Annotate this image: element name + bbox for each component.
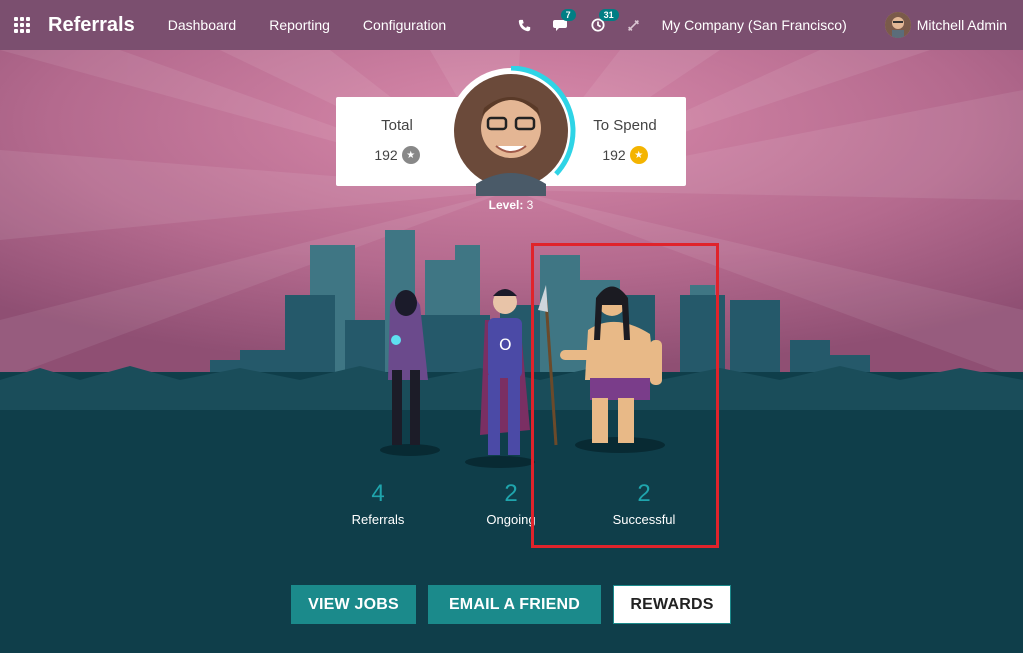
activities-clock-icon[interactable]: 31 bbox=[591, 9, 619, 32]
level-value: 3 bbox=[526, 198, 534, 212]
highlight-box bbox=[531, 243, 719, 548]
star-coin-icon: ★ bbox=[401, 146, 420, 164]
gold-star-coin-icon: ★ bbox=[629, 146, 648, 164]
debug-tools-icon[interactable] bbox=[627, 19, 640, 32]
company-switcher[interactable]: My Company (San Francisco) bbox=[662, 17, 847, 33]
apps-grid-icon[interactable] bbox=[14, 16, 32, 34]
app-title: Referrals bbox=[48, 13, 135, 36]
menu-configuration[interactable]: Configuration bbox=[363, 17, 446, 33]
stat-referrals-caption: Referrals bbox=[351, 512, 405, 527]
menu-reporting[interactable]: Reporting bbox=[269, 17, 330, 33]
rewards-button[interactable]: REWARDS bbox=[613, 585, 731, 624]
user-name: Mitchell Admin bbox=[916, 17, 1007, 33]
total-points-label: Total bbox=[381, 117, 413, 134]
activities-badge: 31 bbox=[598, 9, 619, 21]
menu-dashboard[interactable]: Dashboard bbox=[168, 17, 237, 33]
messages-icon[interactable]: 7 bbox=[552, 9, 576, 32]
messages-badge: 7 bbox=[560, 9, 576, 21]
top-navbar: Referrals Dashboard Reporting Configurat… bbox=[0, 0, 1023, 50]
view-jobs-button[interactable]: VIEW JOBS bbox=[291, 585, 416, 624]
main-menu: Dashboard Reporting Configuration bbox=[168, 17, 479, 33]
svg-text:O: O bbox=[499, 335, 512, 354]
referral-dashboard: O Total 192 ★ To Spend 192 ★ Level: 3 4 … bbox=[0, 50, 1023, 653]
total-points-value: 192 bbox=[374, 147, 398, 163]
phone-icon[interactable] bbox=[518, 19, 531, 32]
user-avatar bbox=[884, 12, 911, 38]
stat-referrals-num: 4 bbox=[371, 480, 385, 507]
systray: 7 31 My Company (San Francisco) Mitchell… bbox=[518, 9, 1023, 38]
user-level-avatar bbox=[446, 65, 576, 196]
stat-referrals: 4 Referrals bbox=[338, 480, 418, 527]
user-level: Level: 3 bbox=[488, 198, 534, 212]
email-friend-button[interactable]: EMAIL A FRIEND bbox=[428, 585, 601, 624]
spend-points-value: 192 bbox=[602, 147, 626, 163]
user-menu[interactable]: Mitchell Admin bbox=[884, 12, 1007, 38]
spend-points-label: To Spend bbox=[593, 117, 657, 134]
total-points: Total 192 ★ bbox=[342, 117, 452, 164]
spend-points: To Spend 192 ★ bbox=[570, 117, 680, 164]
